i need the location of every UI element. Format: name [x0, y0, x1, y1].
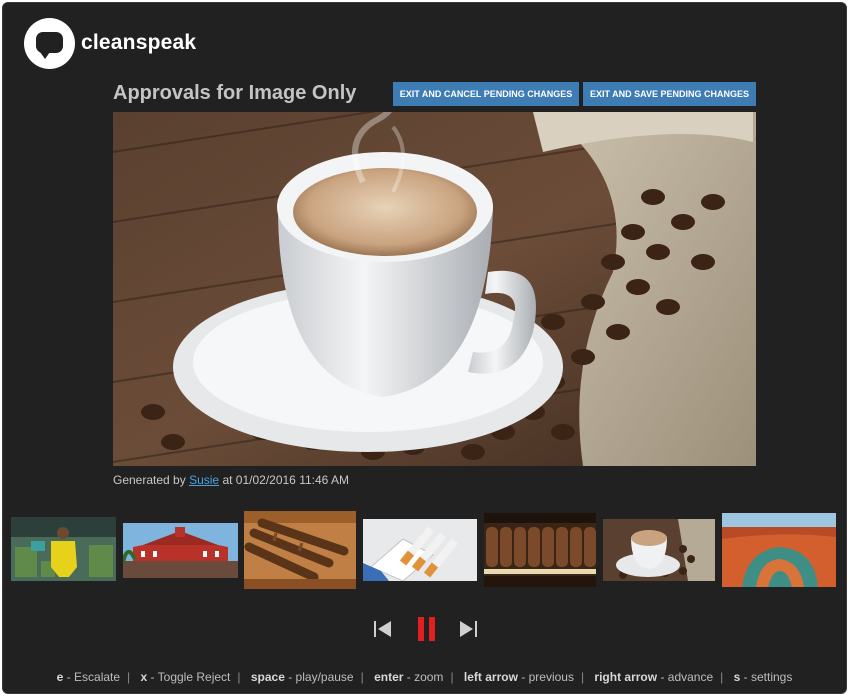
shortcut-key: e — [56, 670, 64, 684]
thumbnail-5[interactable] — [484, 513, 596, 587]
exit-save-button[interactable]: EXIT AND SAVE PENDING CHANGES — [583, 82, 756, 106]
pause-icon[interactable] — [417, 616, 437, 647]
page-title: Approvals for Image Only — [113, 82, 357, 104]
playback-controls — [373, 616, 478, 644]
shortcut-action: - advance — [660, 670, 714, 684]
thumbnail-2[interactable] — [123, 523, 238, 578]
shortcut-action: - previous — [521, 670, 574, 684]
brand-logo: cleanspeak — [24, 17, 196, 69]
skip-next-icon[interactable] — [458, 620, 478, 643]
image-meta: Generated by Susie at 01/02/2016 11:46 A… — [113, 473, 349, 487]
shortcut-key: left arrow — [463, 670, 518, 684]
shortcut-action: - play/pause — [288, 670, 354, 684]
shortcut-key: s — [733, 670, 741, 684]
shortcut-action: - Toggle Reject — [150, 670, 231, 684]
moderation-window: cleanspeak Approvals for Image Only EXIT… — [2, 2, 847, 694]
thumbnail-1[interactable] — [11, 517, 116, 581]
timestamp-prefix: at — [222, 473, 233, 487]
shortcut-key: right arrow — [594, 670, 658, 684]
thumbnail-7[interactable] — [722, 513, 836, 587]
shortcut-action: - zoom — [406, 670, 444, 684]
main-image-coffee[interactable] — [113, 112, 756, 466]
timestamp: 01/02/2016 11:46 AM — [235, 473, 349, 487]
shortcut-key: space — [250, 670, 285, 684]
thumbnail-4[interactable] — [363, 519, 477, 581]
brand-name: cleanspeak — [81, 31, 197, 54]
thumbnail-3[interactable] — [244, 511, 356, 589]
speech-bubble-icon — [24, 17, 75, 69]
skip-previous-icon[interactable] — [373, 620, 393, 643]
author-link[interactable]: Susie — [189, 473, 219, 487]
shortcut-action: - settings — [743, 670, 793, 684]
shortcut-action: - Escalate — [66, 670, 121, 684]
keyboard-shortcuts: e - Escalate | x - Toggle Reject | space -… — [56, 670, 793, 684]
generated-label: Generated by — [113, 473, 186, 487]
exit-cancel-button[interactable]: EXIT AND CANCEL PENDING CHANGES — [393, 82, 579, 106]
shortcut-key: enter — [374, 670, 404, 684]
thumbnail-6[interactable] — [603, 519, 715, 581]
shortcut-key: x — [140, 670, 148, 684]
